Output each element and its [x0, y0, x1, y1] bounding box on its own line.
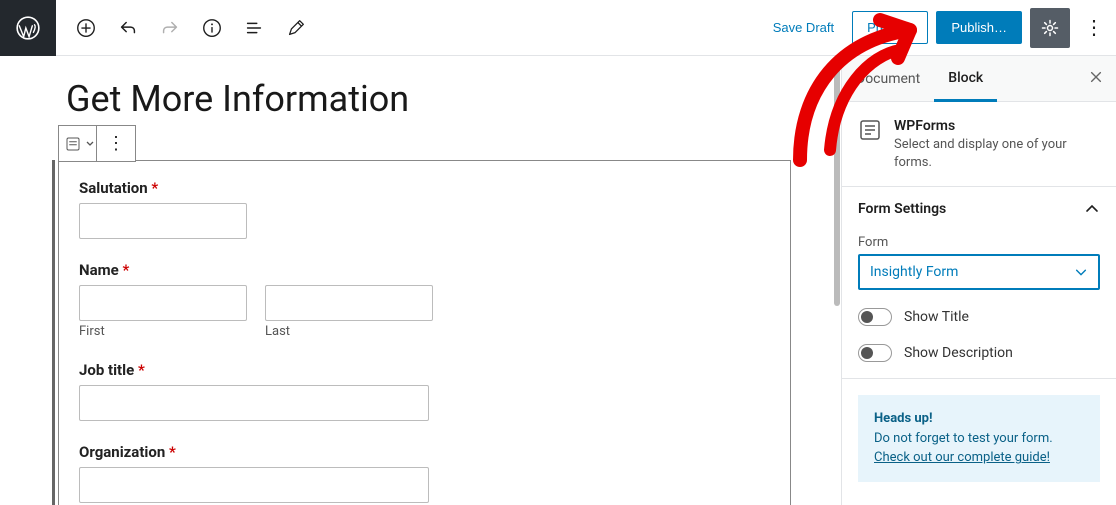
field-name: Name * First Last — [79, 261, 770, 339]
undo-button[interactable] — [110, 10, 146, 46]
job-title-label: Job title * — [79, 361, 770, 379]
block-options-button[interactable]: ⋮ — [97, 126, 135, 161]
form-settings-panel: Form Settings Form Insightly Form Show T… — [842, 187, 1116, 379]
required-marker: * — [138, 361, 145, 379]
block-info-title: WPForms — [894, 118, 1100, 134]
wpforms-block-wrapper: ⋮ Salutation * Name * First — [56, 160, 801, 505]
salutation-input[interactable] — [79, 203, 247, 239]
outline-button[interactable] — [236, 10, 272, 46]
chevron-down-icon — [85, 139, 95, 149]
editor-top-toolbar: Save Draft Preview Publish… ⋮ — [0, 0, 1116, 56]
tab-document[interactable]: Document — [842, 56, 934, 102]
block-type-button[interactable] — [59, 126, 97, 161]
editor-layout: Get More Information ⋮ Salutation * — [0, 56, 1116, 505]
first-name-sublabel: First — [79, 324, 247, 339]
show-description-label: Show Description — [904, 345, 1013, 361]
more-menu-button[interactable]: ⋮ — [1078, 8, 1110, 48]
heads-up-title: Heads up! — [874, 409, 1084, 429]
name-label: Name * — [79, 261, 770, 279]
publish-button[interactable]: Publish… — [936, 11, 1022, 44]
heads-up-link[interactable]: Check out our complete guide! — [874, 450, 1050, 465]
settings-gear-button[interactable] — [1030, 8, 1070, 48]
sidebar-scrollbar[interactable] — [834, 56, 840, 306]
heads-up-body: Do not forget to test your form. — [874, 429, 1084, 449]
form-dropdown-value: Insightly Form — [870, 264, 958, 280]
settings-sidebar: Document Block WPForms Select and displa… — [841, 56, 1116, 505]
salutation-label: Salutation * — [79, 179, 770, 197]
panel-body: Form Insightly Form Show Title Show Desc… — [842, 231, 1116, 378]
close-sidebar-button[interactable] — [1076, 68, 1116, 89]
block-selection-bar — [52, 160, 55, 505]
block-info-desc: Select and display one of your forms. — [894, 136, 1100, 172]
preview-button[interactable]: Preview — [852, 11, 928, 44]
last-name-sublabel: Last — [265, 324, 433, 339]
required-marker: * — [169, 443, 176, 461]
add-block-button[interactable] — [68, 10, 104, 46]
chevron-up-icon — [1084, 201, 1100, 217]
field-salutation: Salutation * — [79, 179, 770, 239]
show-title-label: Show Title — [904, 309, 969, 325]
last-name-input[interactable] — [265, 285, 433, 321]
required-marker: * — [122, 261, 129, 279]
sidebar-tabs: Document Block — [842, 56, 1116, 102]
vertical-dots-icon: ⋮ — [107, 133, 125, 154]
toolbar-right-group: Save Draft Preview Publish… ⋮ — [763, 8, 1116, 48]
edit-pencil-button[interactable] — [278, 10, 314, 46]
wp-logo[interactable] — [0, 0, 56, 56]
gear-icon — [1040, 18, 1060, 38]
required-marker: * — [151, 179, 158, 197]
heads-up-notice: Heads up! Do not forget to test your for… — [858, 395, 1100, 482]
editor-canvas: Get More Information ⋮ Salutation * — [0, 56, 841, 505]
form-preview: Salutation * Name * First Las — [59, 161, 790, 505]
page-title[interactable]: Get More Information — [66, 78, 791, 120]
form-icon — [61, 135, 85, 153]
show-title-toggle[interactable] — [858, 308, 892, 326]
show-description-toggle[interactable] — [858, 344, 892, 362]
redo-button[interactable] — [152, 10, 188, 46]
wpforms-icon — [858, 118, 882, 142]
show-description-row: Show Description — [858, 344, 1100, 362]
panel-title-label: Form Settings — [858, 201, 946, 217]
organization-label: Organization * — [79, 443, 770, 461]
show-title-row: Show Title — [858, 308, 1100, 326]
vertical-dots-icon: ⋮ — [1084, 15, 1104, 40]
close-icon — [1089, 70, 1103, 84]
info-button[interactable] — [194, 10, 230, 46]
first-name-input[interactable] — [79, 285, 247, 321]
field-organization: Organization * — [79, 443, 770, 503]
form-settings-panel-toggle[interactable]: Form Settings — [842, 187, 1116, 231]
job-title-input[interactable] — [79, 385, 429, 421]
toolbar-left-group — [56, 10, 314, 46]
chevron-down-icon — [1074, 265, 1088, 279]
organization-input[interactable] — [79, 467, 429, 503]
block-toolbar: ⋮ — [58, 125, 136, 162]
form-dropdown[interactable]: Insightly Form — [858, 254, 1100, 290]
form-select-label: Form — [858, 235, 1100, 250]
block-info: WPForms Select and display one of your f… — [842, 102, 1116, 187]
wpforms-block[interactable]: ⋮ Salutation * Name * First — [58, 160, 791, 505]
save-draft-button[interactable]: Save Draft — [763, 12, 844, 43]
tab-block[interactable]: Block — [934, 56, 997, 102]
field-job-title: Job title * — [79, 361, 770, 421]
